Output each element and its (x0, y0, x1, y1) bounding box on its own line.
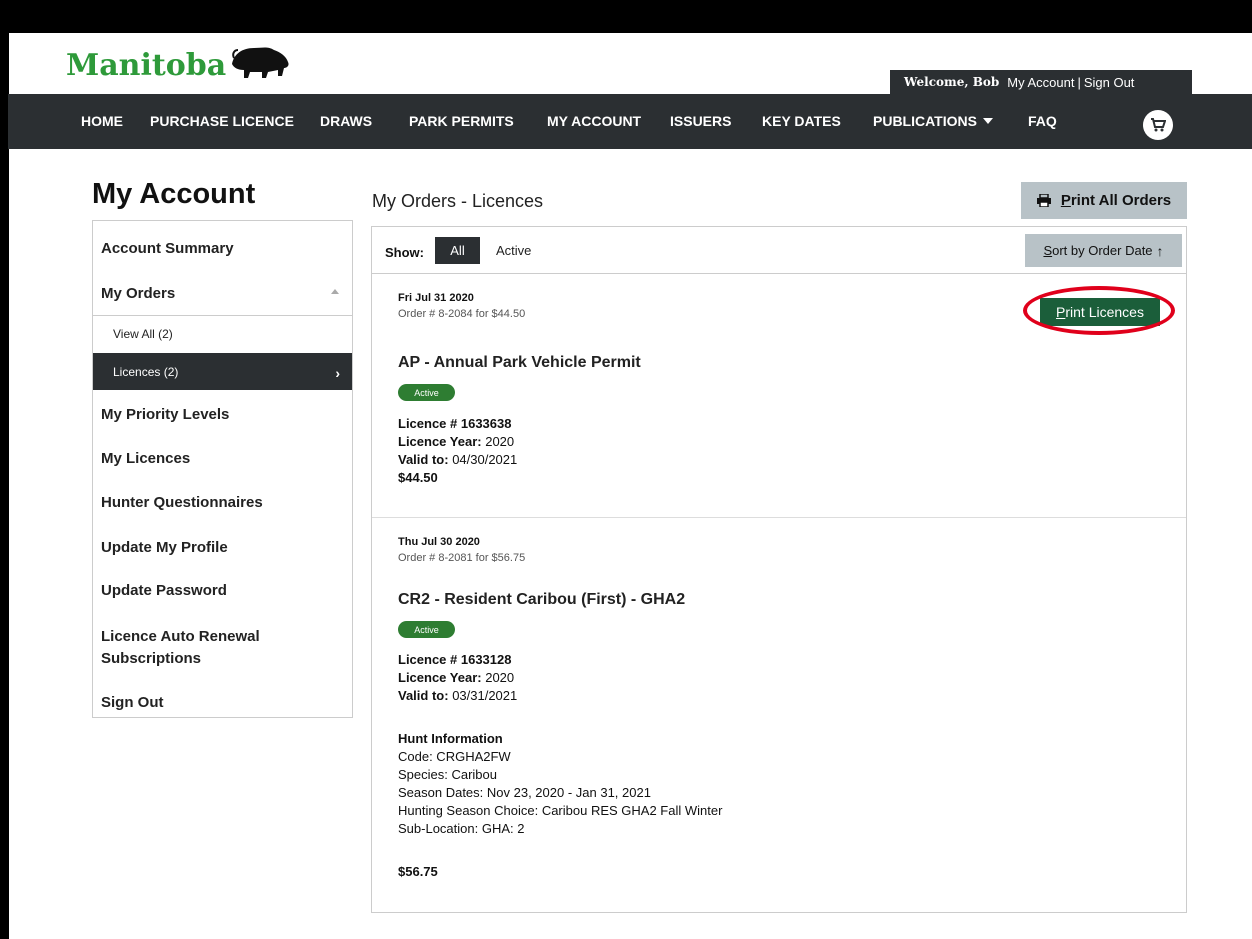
orders-list: Fri Jul 31 2020 Order # 8-2084 for $44.5… (371, 274, 1187, 913)
valid-to-label: Valid to: (398, 452, 449, 467)
hunt-season-choice: Hunting Season Choice: Caribou RES GHA2 … (398, 803, 723, 818)
sidebar-item-priority-levels[interactable]: My Priority Levels (93, 406, 352, 423)
order-date: Thu Jul 30 2020 (398, 536, 480, 548)
sidebar-item-hunter-questionnaires[interactable]: Hunter Questionnaires (93, 494, 352, 511)
arrow-up-icon: ↑ (1156, 242, 1164, 259)
valid-to-label: Valid to: (398, 688, 449, 703)
valid-to: Valid to: 03/31/2021 (398, 688, 517, 703)
sidebar-item-update-password[interactable]: Update Password (93, 582, 352, 599)
auto-renewal-line-2: Subscriptions (101, 650, 202, 667)
valid-to-value: 03/31/2021 (452, 688, 518, 703)
nav-draws[interactable]: DRAWS (320, 113, 372, 129)
sort-accesskey: S (1043, 243, 1053, 258)
licence-year: Licence Year: 2020 (398, 434, 514, 449)
manitoba-logo[interactable]: Manitoba (66, 42, 292, 82)
nav-my-account[interactable]: MY ACCOUNT (547, 113, 641, 129)
chevron-right-icon: › (335, 365, 340, 381)
valid-to-value: 04/30/2021 (452, 452, 518, 467)
hunt-sub-location: Sub-Location: GHA: 2 (398, 821, 525, 836)
hunt-species: Species: Caribou (398, 767, 497, 782)
browser-page: Manitoba Welcome, Bob My Account | Sign … (8, 6, 1252, 939)
order-title: AP - Annual Park Vehicle Permit (398, 354, 641, 371)
cart-button[interactable] (1143, 110, 1173, 140)
top-bar (8, 6, 1252, 33)
main-nav: HOME PURCHASE LICENCE DRAWS PARK PERMITS… (8, 94, 1252, 149)
sidebar-item-my-orders[interactable]: My Orders (93, 285, 352, 302)
licence-year-label: Licence Year: (398, 434, 482, 449)
licence-number: Licence # 1633638 (398, 416, 512, 431)
order-date: Fri Jul 31 2020 (398, 292, 474, 304)
printer-icon (1036, 194, 1051, 207)
collapse-up-icon[interactable] (331, 289, 339, 294)
sidebar-item-view-all[interactable]: View All (2) (93, 327, 352, 341)
welcome-bar: Welcome, Bob My Account | Sign Out (890, 70, 1192, 94)
link-separator: | (1077, 74, 1081, 90)
sort-by-date-button[interactable]: Sort by Order Date ↑ (1025, 234, 1182, 267)
nav-key-dates[interactable]: KEY DATES (762, 113, 841, 129)
sidebar-item-my-licences[interactable]: My Licences (93, 450, 352, 467)
order-price: $56.75 (398, 864, 438, 879)
sidebar-item-licences-label: Licences (2) (113, 364, 179, 379)
sort-label: Sort by Order Date (1043, 243, 1152, 258)
sign-out-link[interactable]: Sign Out (1084, 75, 1135, 90)
order-price: $44.50 (398, 470, 438, 485)
welcome-text: Welcome, Bob (904, 75, 1000, 89)
status-badge: Active (398, 384, 455, 401)
orders-filter-bar: Show: All Active Sort by Order Date ↑ (371, 226, 1187, 274)
logo-text: Manitoba (66, 48, 227, 83)
sort-text: ort by Order Date (1052, 243, 1153, 258)
order-divider (372, 517, 1186, 518)
filter-active-button[interactable]: Active (496, 243, 531, 258)
licence-number: Licence # 1633128 (398, 652, 512, 667)
licence-year-value: 2020 (485, 434, 515, 449)
hunt-season-dates: Season Dates: Nov 23, 2020 - Jan 31, 202… (398, 785, 651, 800)
cart-icon (1151, 118, 1166, 132)
hunt-code: Code: CRGHA2FW (398, 749, 511, 764)
sidebar-item-account-summary[interactable]: Account Summary (93, 240, 352, 257)
sidebar-item-update-profile[interactable]: Update My Profile (93, 539, 352, 556)
sidebar-item-auto-renewal[interactable]: Licence Auto Renewal Subscriptions (93, 626, 352, 670)
order-title: CR2 - Resident Caribou (First) - GHA2 (398, 591, 686, 608)
my-account-link[interactable]: My Account (1007, 75, 1074, 90)
order-number: Order # 8-2084 for $44.50 (398, 308, 526, 320)
licence-year-label: Licence Year: (398, 670, 482, 685)
nav-home[interactable]: HOME (81, 113, 123, 129)
nav-park-permits[interactable]: PARK PERMITS (409, 113, 514, 129)
sidebar-item-licences[interactable]: Licences (2) › (93, 353, 352, 390)
sidebar-item-sign-out[interactable]: Sign Out (93, 694, 352, 711)
valid-to: Valid to: 04/30/2021 (398, 452, 517, 467)
print-all-text: rint All Orders (1070, 192, 1172, 209)
divider (93, 315, 352, 316)
print-all-label: Print All Orders (1061, 192, 1171, 209)
auto-renewal-line-1: Licence Auto Renewal (101, 628, 260, 645)
chevron-down-icon (982, 118, 993, 124)
nav-issuers[interactable]: ISSUERS (670, 113, 731, 129)
licence-year-value: 2020 (485, 670, 515, 685)
nav-purchase-licence[interactable]: PURCHASE LICENCE (150, 113, 294, 129)
licence-year: Licence Year: 2020 (398, 670, 514, 685)
print-all-accesskey: P (1060, 192, 1071, 209)
nav-faq[interactable]: FAQ (1028, 113, 1057, 129)
highlight-annotation (1023, 286, 1175, 335)
filter-all-button[interactable]: All (435, 237, 480, 264)
order-number: Order # 8-2081 for $56.75 (398, 552, 526, 564)
status-badge: Active (398, 621, 455, 638)
hunt-info-heading: Hunt Information (398, 731, 503, 746)
bison-icon (232, 47, 289, 78)
account-sidebar: Account Summary My Orders View All (2) L… (92, 220, 353, 718)
nav-publications-label: PUBLICATIONS (873, 113, 977, 129)
section-title: My Orders - Licences (372, 191, 544, 211)
nav-publications[interactable]: PUBLICATIONS (873, 113, 993, 129)
print-all-orders-button[interactable]: Print All Orders (1021, 182, 1187, 219)
show-label: Show: (385, 245, 424, 260)
page-title: My Account (92, 178, 256, 210)
